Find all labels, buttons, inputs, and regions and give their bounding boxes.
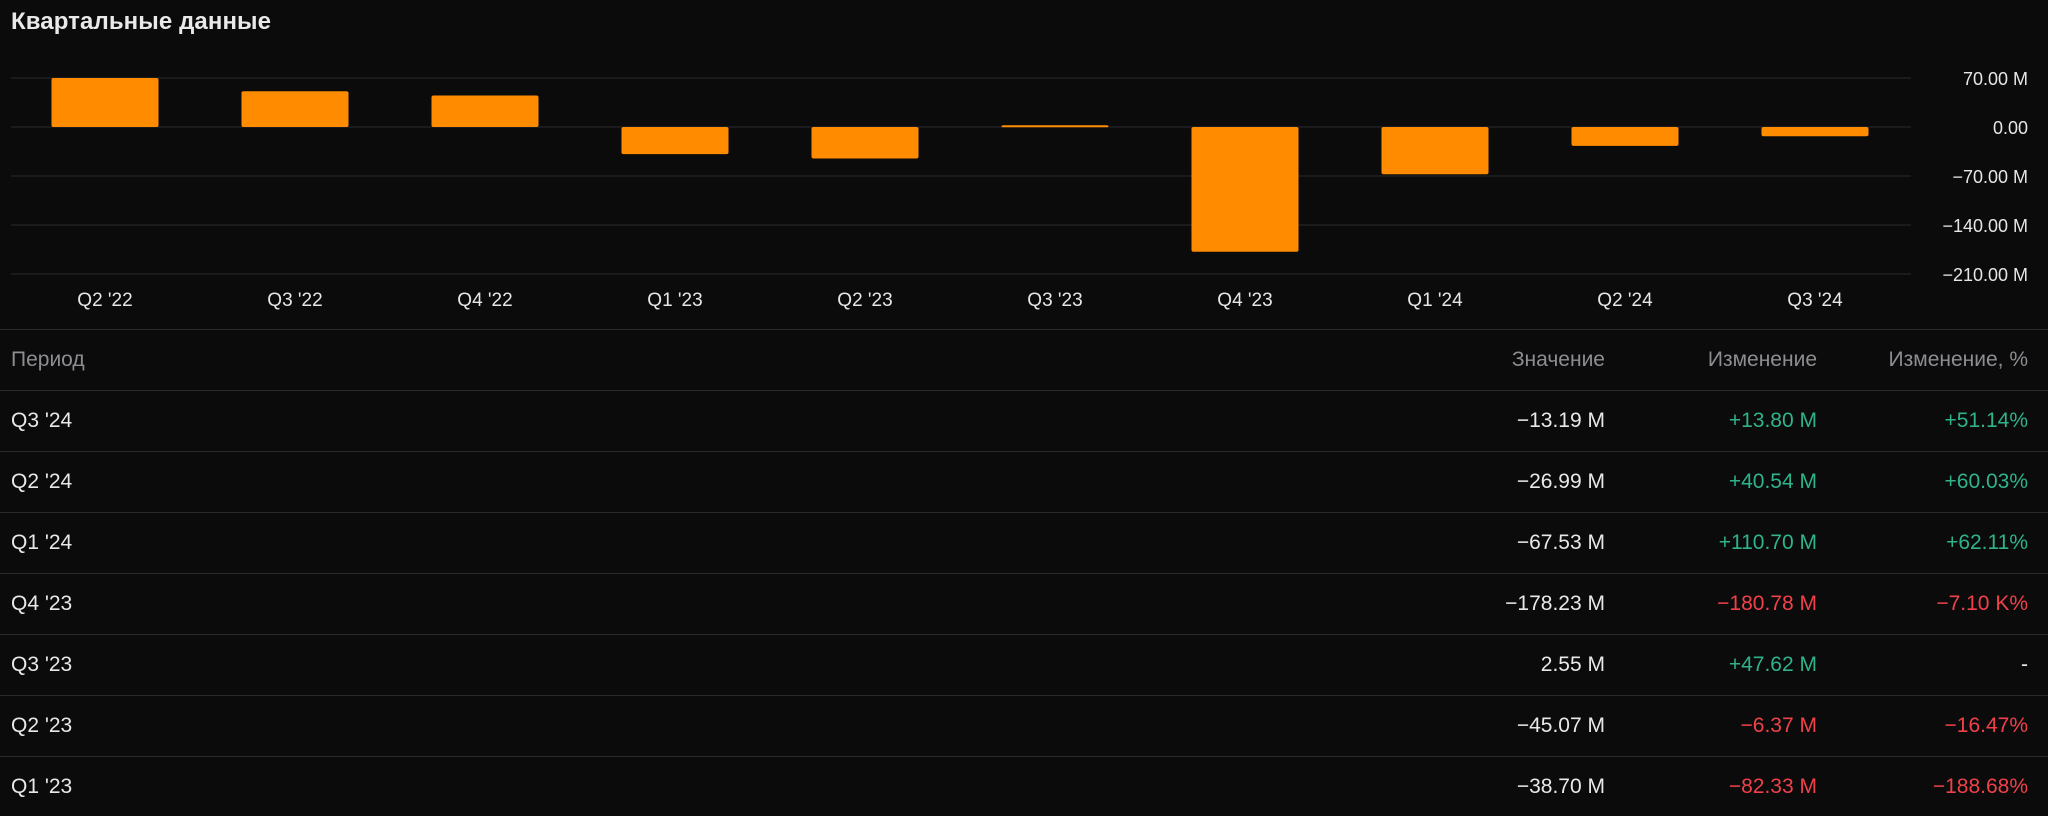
x-tick-label: Q2 '23 xyxy=(837,290,892,311)
table-row[interactable]: Q1 '23 −38.70 M −82.33 M −188.68% xyxy=(0,756,2048,816)
table-row[interactable]: Q1 '24 −67.53 M +110.70 M +62.11% xyxy=(0,512,2048,574)
cell-period: Q4 '23 xyxy=(0,573,1240,635)
column-header-change[interactable]: Изменение xyxy=(1605,330,1817,391)
bar-q1-24[interactable] xyxy=(1381,127,1489,175)
y-tick-label: 0.00 xyxy=(1993,118,2028,138)
cell-period: Q3 '23 xyxy=(0,634,1240,696)
column-header-change-pct[interactable]: Изменение, % xyxy=(1817,330,2048,391)
quarterly-table: Период Значение Изменение Изменение, % Q… xyxy=(0,330,2048,816)
column-header-period[interactable]: Период xyxy=(0,330,1240,391)
x-tick-label: Q2 '24 xyxy=(1597,290,1653,311)
y-tick-label: −140.00 M xyxy=(1942,216,2028,236)
cell-change: +40.54 M xyxy=(1605,451,1817,513)
cell-period: Q2 '24 xyxy=(0,451,1240,513)
x-tick-label: Q1 '24 xyxy=(1407,290,1463,311)
x-tick-label: Q3 '23 xyxy=(1027,290,1082,311)
bar-q3-23[interactable] xyxy=(1001,125,1109,128)
cell-period: Q3 '24 xyxy=(0,390,1240,452)
x-tick-label: Q1 '23 xyxy=(647,290,702,311)
y-tick-label: −70.00 M xyxy=(1952,167,2028,187)
y-tick-label: 70.00 M xyxy=(1963,69,2028,89)
bar-q2-24[interactable] xyxy=(1571,127,1679,146)
quarterly-data-page: Квартальные данные 70.00 M 0.00 −70.00 M −1… xyxy=(0,0,2048,816)
cell-value: 2.55 M xyxy=(1240,634,1605,696)
cell-change-pct: −16.47% xyxy=(1817,695,2048,757)
cell-change: +47.62 M xyxy=(1605,634,1817,696)
cell-period: Q1 '24 xyxy=(0,512,1240,574)
cell-change-pct: −7.10 K% xyxy=(1817,573,2048,635)
bar-q2-22[interactable] xyxy=(51,78,159,127)
cell-change-pct: - xyxy=(1817,634,2048,696)
bar-q4-22[interactable] xyxy=(431,95,539,128)
x-tick-label: Q3 '24 xyxy=(1787,290,1843,311)
table-row[interactable]: Q4 '23 −178.23 M −180.78 M −7.10 K% xyxy=(0,573,2048,635)
table-row[interactable]: Q3 '23 2.55 M +47.62 M- xyxy=(0,634,2048,696)
table-row[interactable]: Q3 '24 −13.19 M +13.80 M +51.14% xyxy=(0,390,2048,452)
table-row[interactable]: Q2 '23 −45.07 M −6.37 M −16.47% xyxy=(0,695,2048,757)
cell-change-pct: −188.68% xyxy=(1817,756,2048,816)
bar-q3-22[interactable] xyxy=(241,91,349,127)
table-header-row: Период Значение Изменение Изменение, % xyxy=(0,330,2048,391)
cell-value: −178.23 M xyxy=(1240,573,1605,635)
column-header-value[interactable]: Значение xyxy=(1240,330,1605,391)
cell-value: −26.99 M xyxy=(1240,451,1605,513)
x-tick-label: Q4 '22 xyxy=(457,290,512,311)
quarterly-bar-chart: 70.00 M 0.00 −70.00 M −140.00 M −210.00 M Q2 … xyxy=(11,69,2028,311)
table-row[interactable]: Q2 '24 −26.99 M +40.54 M +60.03% xyxy=(0,451,2048,513)
cell-change-pct: +60.03% xyxy=(1817,451,2048,513)
cell-value: −67.53 M xyxy=(1240,512,1605,574)
table-body: Q3 '24 −13.19 M +13.80 M +51.14% Q2 '24 −26.9… xyxy=(0,390,2048,816)
y-tick-label: −210.00 M xyxy=(1942,265,2028,285)
bar-q1-23[interactable] xyxy=(621,127,729,155)
cell-change: −6.37 M xyxy=(1605,695,1817,757)
cell-change: +110.70 M xyxy=(1605,512,1817,574)
cell-value: −13.19 M xyxy=(1240,390,1605,452)
cell-period: Q1 '23 xyxy=(0,756,1240,816)
cell-value: −38.70 M xyxy=(1240,756,1605,816)
cell-change: −180.78 M xyxy=(1605,573,1817,635)
cell-period: Q2 '23 xyxy=(0,695,1240,757)
bar-q3-24[interactable] xyxy=(1761,127,1869,137)
x-tick-label: Q4 '23 xyxy=(1217,290,1272,311)
bar-q4-23[interactable] xyxy=(1191,127,1299,252)
cell-change: −82.33 M xyxy=(1605,756,1817,816)
x-tick-label: Q3 '22 xyxy=(267,290,322,311)
cell-value: −45.07 M xyxy=(1240,695,1605,757)
cell-change-pct: +51.14% xyxy=(1817,390,2048,452)
x-tick-label: Q2 '22 xyxy=(77,290,132,311)
cell-change: +13.80 M xyxy=(1605,390,1817,452)
cell-change-pct: +62.11% xyxy=(1817,512,2048,574)
bar-q2-23[interactable] xyxy=(811,127,919,159)
